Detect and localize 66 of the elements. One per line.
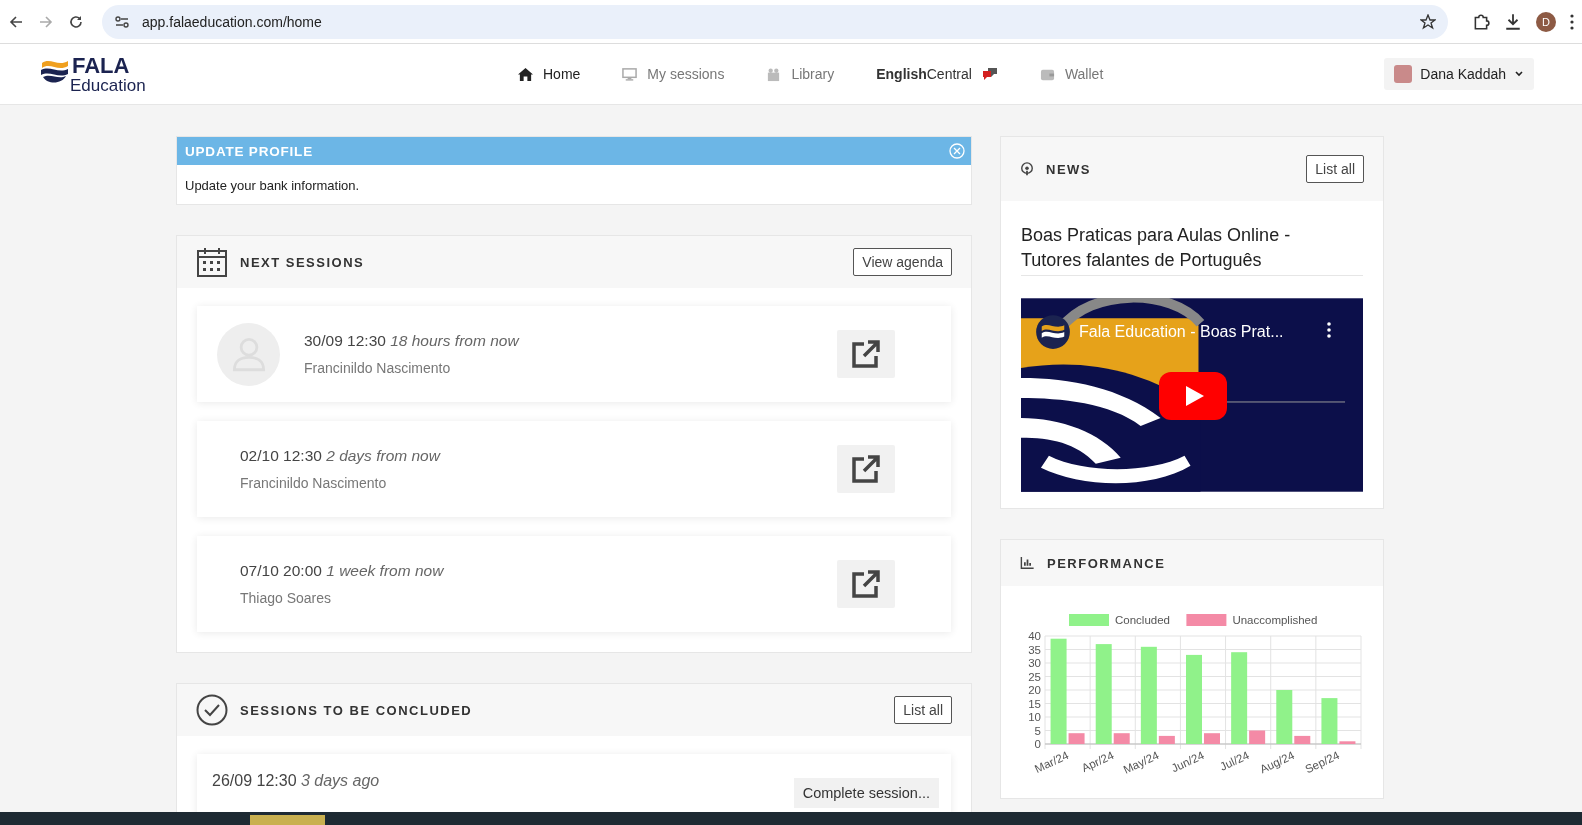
open-session-button[interactable] [837,560,895,608]
nav-link[interactable]: Home [518,66,581,82]
session-time: 02/10 12:30 2 days from now [240,447,442,465]
extensions-icon[interactable] [1472,12,1490,31]
axis-label: 5 [1034,724,1041,737]
logo-title: FALA [72,54,131,77]
chart-bar [1204,733,1220,744]
check-circle-icon [196,694,228,726]
monitor-icon [622,66,638,82]
axis-label: 0 [1034,738,1041,750]
panel-title: NEWS [1046,161,1092,177]
open-session-button[interactable] [837,445,895,493]
bar-chart-icon [1020,556,1035,570]
axis-label: 35 [1028,643,1041,656]
notice-title: UPDATE PROFILE [185,143,314,159]
home-icon [518,66,533,82]
session-time: 30/09 12:30 18 hours from now [304,332,521,350]
session-time: 26/09 12:30 3 days ago [212,772,381,790]
reload-icon[interactable] [68,13,84,30]
channel-logo-icon [1035,314,1071,350]
address-bar[interactable]: app.falaeducation.com/home [102,4,1448,39]
legend-label[interactable]: Unaccomplished [1232,614,1318,626]
speech-bubbles-icon [981,66,998,82]
session-time: 07/10 20:00 1 week from now [240,562,445,580]
axis-label: 20 [1028,684,1041,696]
logo-subtitle: Education [70,76,146,94]
chevron-down-icon [1514,69,1524,79]
external-link-icon [850,338,882,370]
axis-label: 15 [1028,697,1041,710]
user-avatar [1394,65,1413,83]
menu-icon[interactable] [1570,13,1574,30]
library-icon [766,66,782,82]
panel-title: SESSIONS TO BE CONCLUDED [240,702,474,718]
back-icon[interactable] [8,13,24,30]
axis-label: 25 [1028,670,1041,683]
external-link-icon [850,453,882,485]
nav-link[interactable]: EnglishCentral [876,66,998,82]
panel-title: PERFORMANCE [1047,555,1167,571]
nav-link[interactable]: Library [766,66,835,82]
star-icon[interactable] [1420,13,1436,30]
play-button-icon[interactable] [1159,372,1227,420]
notice-message: Update your bank information. [184,177,361,195]
external-link-icon [850,568,882,600]
panel-title: NEXT SESSIONS [240,254,366,270]
axis-label: 10 [1028,711,1041,723]
legend-label[interactable]: Concluded [1115,614,1170,626]
tutor-name: Francinildo Nascimento [304,360,452,376]
news-headline[interactable]: Boas Praticas para Aulas Online - Tutores falantes de Português [1021,223,1363,276]
complete-session-button[interactable]: Complete session... [793,778,939,808]
download-icon[interactable] [1504,12,1522,31]
user-menu[interactable]: Dana Kaddah [1384,58,1534,90]
axis-label: 40 [1028,630,1041,642]
view-agenda-button[interactable]: View agenda [853,248,952,276]
open-session-button[interactable] [837,330,895,378]
nav-link[interactable]: My sessions [622,66,725,82]
more-options-icon[interactable] [1327,322,1331,338]
list-all-button[interactable]: List all [894,696,952,724]
axis-label: 30 [1028,657,1041,669]
tutor-name: Francinildo Nascimento [240,475,388,491]
calendar-icon [196,246,228,278]
profile-avatar[interactable]: D [1536,11,1556,32]
site-settings-icon[interactable] [114,13,130,30]
tutor-name: Thiago Soares [240,590,333,606]
list-all-button[interactable]: List all [1306,155,1364,183]
nav-link[interactable]: Wallet [1039,66,1104,82]
podcast-icon [1020,161,1034,177]
